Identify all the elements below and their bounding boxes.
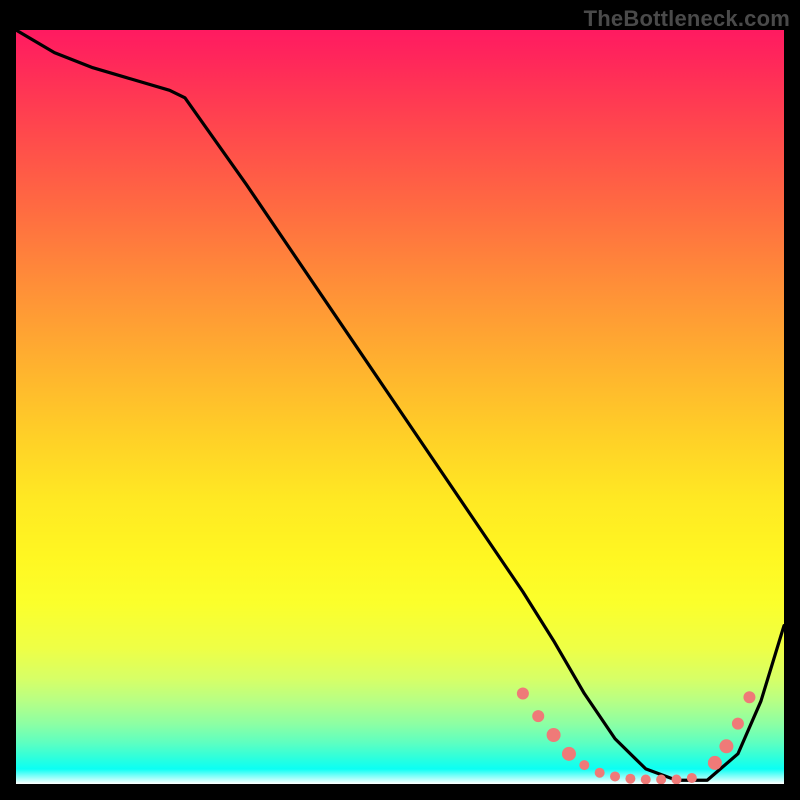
- watermark-text: TheBottleneck.com: [584, 6, 790, 32]
- marker-dot: [719, 739, 733, 753]
- marker-dot: [579, 760, 589, 770]
- canvas: TheBottleneck.com: [0, 0, 800, 800]
- plot-area: [16, 30, 784, 784]
- marker-dot: [625, 774, 635, 784]
- marker-dot: [687, 773, 697, 783]
- marker-dot: [517, 688, 529, 700]
- marker-dot: [547, 728, 561, 742]
- marker-dot: [708, 756, 722, 770]
- marker-dot: [562, 747, 576, 761]
- marker-dot: [641, 774, 651, 784]
- marker-dot: [671, 774, 681, 784]
- marker-dot: [595, 768, 605, 778]
- marker-dot: [743, 691, 755, 703]
- marker-dot: [732, 718, 744, 730]
- chart-svg: [16, 30, 784, 784]
- curve-line: [16, 30, 784, 780]
- marker-dot: [610, 771, 620, 781]
- marker-dot: [532, 710, 544, 722]
